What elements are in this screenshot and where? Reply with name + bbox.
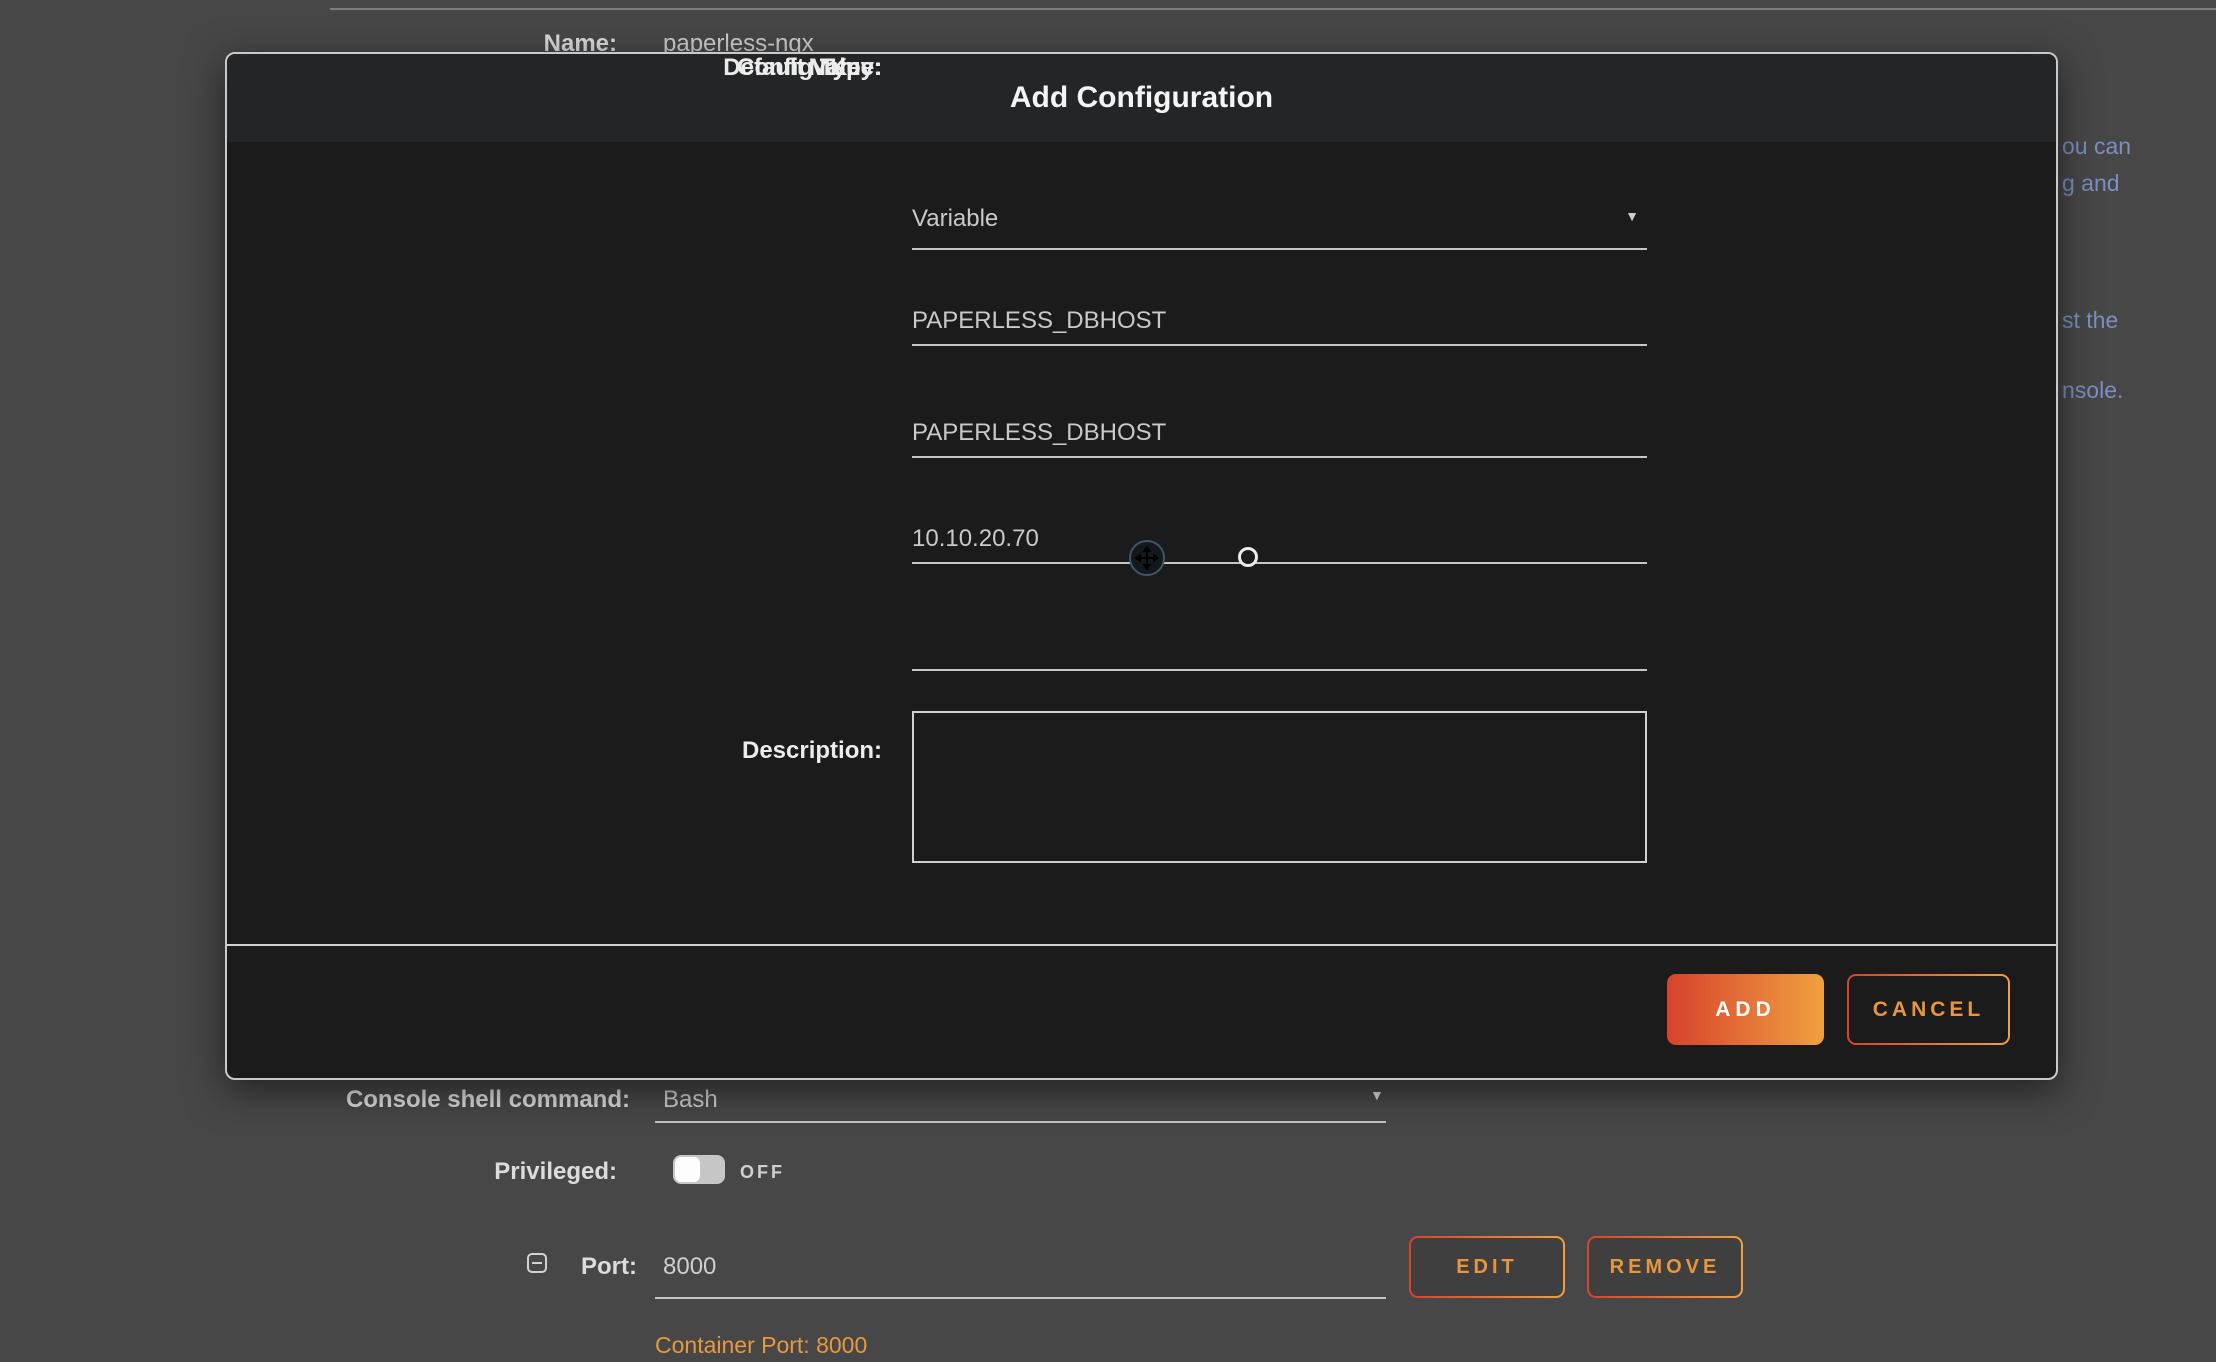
privileged-label: Privileged: [340,1158,617,1186]
config-type-select[interactable]: Variable ▼ [912,202,1647,250]
console-shell-command-label: Console shell command: [260,1086,630,1114]
chevron-down-icon: ▼ [1370,1087,1384,1103]
port-underline [655,1297,1386,1299]
edit-button[interactable]: EDIT [1409,1236,1565,1298]
privileged-state-text: OFF [740,1162,785,1183]
help-text-fragment: g and [2062,170,2120,197]
toggle-knob [675,1157,700,1182]
description-label: Description: [287,737,882,765]
description-textarea[interactable] [912,711,1647,863]
port-label: Port: [562,1253,637,1281]
default-value-field-box [912,623,1647,671]
collapse-minus-icon[interactable] [527,1253,547,1273]
remove-button[interactable]: REMOVE [1587,1236,1743,1298]
help-text-fragment: st the [2062,307,2118,334]
default-value-input[interactable] [912,623,1647,669]
value-input[interactable] [912,516,1647,562]
add-button[interactable]: ADD [1667,974,1824,1045]
background-panel-divider [330,8,2216,10]
port-value: 8000 [663,1253,716,1281]
console-shell-command-select[interactable]: Bash [663,1086,718,1114]
console-shell-underline [655,1121,1386,1123]
cancel-button[interactable]: CANCEL [1847,974,2010,1045]
help-text-fragment: ou can [2062,133,2131,160]
container-port-note: Container Port: 8000 [655,1332,867,1359]
footer-divider [227,944,2056,946]
move-cursor-icon [1129,540,1165,576]
help-text-fragment: nsole. [2062,377,2123,404]
privileged-toggle[interactable] [673,1155,725,1184]
default-value-label: Default Value: [287,54,882,82]
name-input[interactable] [912,298,1647,344]
value-field-box [912,516,1647,564]
chevron-down-icon: ▼ [1625,208,1639,224]
name-field-box [912,298,1647,346]
key-input[interactable] [912,410,1647,456]
config-type-value: Variable [912,202,1647,236]
page: Name: paperless-ngx ou can g and st the … [0,0,2216,1362]
key-field-box [912,410,1647,458]
pointer-dot-icon [1238,547,1258,567]
